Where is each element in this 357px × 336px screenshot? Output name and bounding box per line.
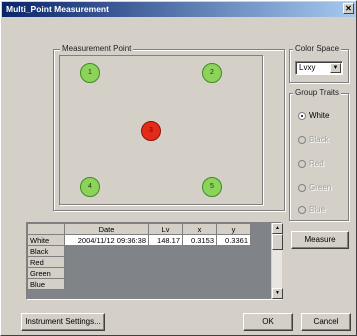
table-row[interactable]: Green [27,267,251,279]
x-cell [182,256,217,268]
lv-cell [148,278,183,290]
measurement-point-4[interactable]: 4 [80,177,100,197]
radio-red[interactable]: Red [298,159,324,169]
radio-unselected-icon [298,135,306,144]
table-row[interactable]: Black [27,245,251,257]
row-label: Blue [27,278,65,290]
table-row[interactable]: Blue [27,278,251,290]
radio-green[interactable]: Green [298,183,331,193]
window-title: Multi_Point Measurement [6,4,109,14]
row-label: Black [27,245,65,257]
lv-cell [148,256,183,268]
y-cell [216,278,251,290]
scroll-up-icon[interactable]: ▲ [272,223,283,234]
chevron-down-icon[interactable]: ▼ [330,63,341,73]
x-cell [182,245,217,257]
radio-black[interactable]: Black [298,135,329,145]
y-cell [216,245,251,257]
x-cell [182,278,217,290]
y-cell [216,267,251,279]
row-label: Green [27,267,65,279]
radio-white[interactable]: White [298,111,329,121]
column-header: Date [64,223,149,235]
results-table: Date Lv x y White 2004/11/12 09:36:38 14… [26,222,282,300]
radio-red-label: Red [309,159,324,168]
measurement-point-1[interactable]: 1 [80,63,100,83]
table-row[interactable]: Red [27,256,251,268]
y-cell: 0.3361 [216,234,251,246]
column-header: x [182,223,217,235]
radio-unselected-icon [298,205,306,214]
lv-cell [148,267,183,279]
radio-selected-icon [298,111,306,120]
radio-green-label: Green [309,183,332,192]
table-scrollbar[interactable]: ▲ ▼ [271,223,283,299]
color-space-title: Color Space [293,44,342,53]
column-header: Lv [148,223,183,235]
table-row[interactable]: White 2004/11/12 09:36:38 148.17 0.3153 … [27,234,251,246]
color-space-select[interactable]: Lvxy ▼ [295,61,343,75]
column-header [27,223,65,235]
date-cell [64,256,149,268]
date-cell [64,245,149,257]
measurement-point-5[interactable]: 5 [202,177,222,197]
color-space-value: Lvxy [299,63,316,72]
radio-black-label: Black [309,135,329,144]
cancel-button[interactable]: Cancel [301,313,351,331]
scroll-thumb[interactable] [272,234,283,250]
instrument-settings-button[interactable]: Instrument Settings... [21,313,105,331]
date-cell [64,278,149,290]
radio-white-label: White [309,111,330,120]
ok-button[interactable]: OK [243,313,293,331]
date-cell [64,267,149,279]
radio-blue[interactable]: Blue [298,205,325,215]
row-label: Red [27,256,65,268]
y-cell [216,256,251,268]
radio-unselected-icon [298,159,306,168]
measurement-point-2[interactable]: 2 [202,63,222,83]
x-cell: 0.3153 [182,234,217,246]
measurement-point-3[interactable]: 3 [141,121,161,141]
radio-unselected-icon [298,183,306,192]
column-header: y [216,223,251,235]
measurement-point-title: Measurement Point [60,44,134,53]
lv-cell [148,245,183,257]
measure-button[interactable]: Measure [291,231,349,249]
row-label: White [27,234,65,246]
lv-cell: 148.17 [148,234,183,246]
multi-point-measurement-dialog: Multi_Point Measurement ✕ Measurement Po… [0,0,357,336]
radio-blue-label: Blue [309,205,326,214]
table-header-row: Date Lv x y [27,223,251,235]
date-cell: 2004/11/12 09:36:38 [64,234,149,246]
title-bar: Multi_Point Measurement ✕ [2,2,356,17]
x-cell [182,267,217,279]
scroll-down-icon[interactable]: ▼ [272,288,283,299]
close-icon[interactable]: ✕ [343,3,354,14]
group-traits-title: Group Traits [293,88,342,97]
